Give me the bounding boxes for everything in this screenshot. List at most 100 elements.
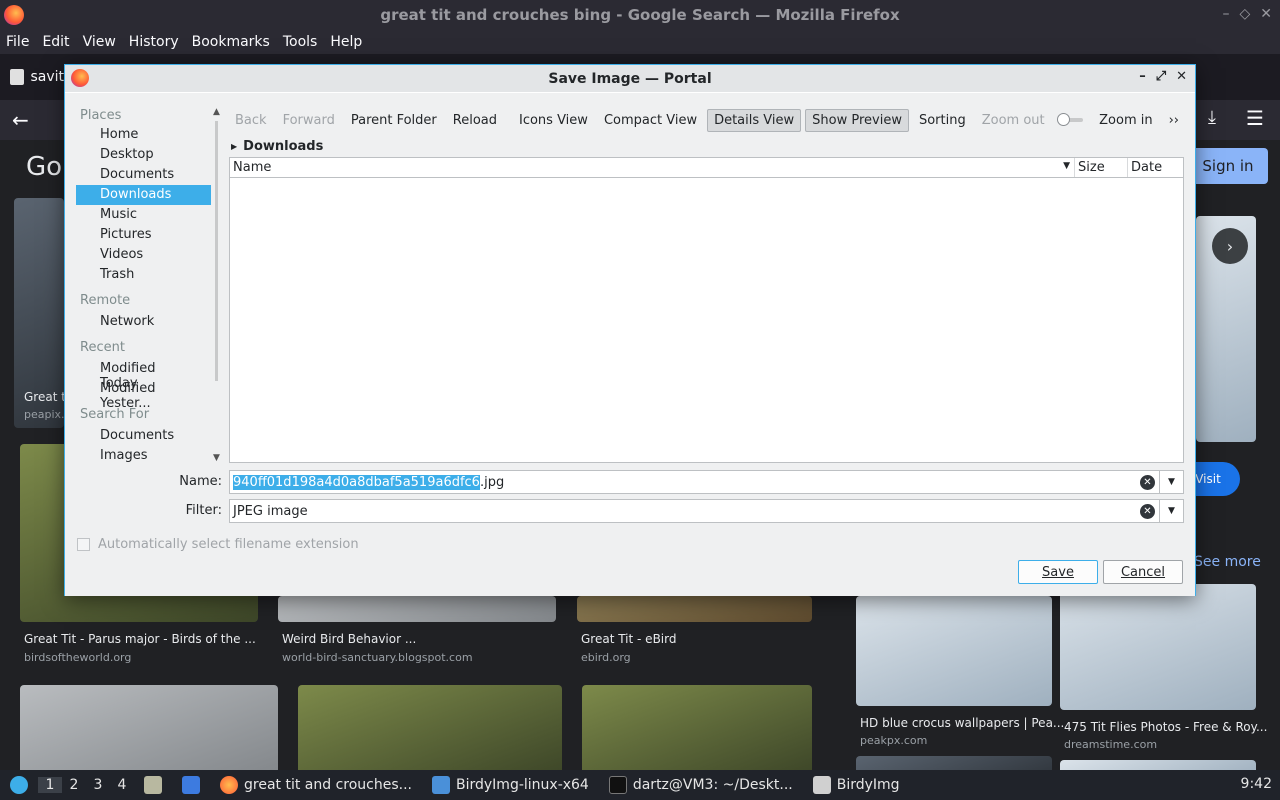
- details-view-button[interactable]: Details View: [707, 108, 802, 132]
- dialog-titlebar: Save Image — Portal – ⤢ ✕: [65, 65, 1195, 92]
- places-item-music[interactable]: Music: [76, 205, 211, 225]
- files-icon[interactable]: [134, 776, 172, 794]
- clear-icon[interactable]: ✕: [1140, 475, 1155, 490]
- result-thumbnail[interactable]: [582, 685, 812, 770]
- back-button[interactable]: Back: [229, 110, 273, 131]
- places-item-modified-yesterday[interactable]: Modified Yester...: [76, 379, 211, 411]
- zoom-in-button[interactable]: Zoom in: [1093, 110, 1158, 131]
- zoom-slider[interactable]: [1056, 113, 1084, 126]
- workspace-4[interactable]: 4: [110, 777, 134, 793]
- result-caption[interactable]: Great Tit - eBird: [581, 632, 676, 646]
- zoom-slider-handle[interactable]: [1056, 113, 1070, 126]
- breadcrumb-folder[interactable]: Downloads: [243, 139, 323, 154]
- places-item-downloads[interactable]: Downloads: [76, 185, 211, 205]
- filename-input[interactable]: 940ff01d198a4d0a8dbaf5a519a6dfc6 .jpg ✕ ▼: [229, 470, 1184, 494]
- save-button[interactable]: Save: [1018, 560, 1098, 584]
- result-thumbnail[interactable]: [856, 596, 1052, 706]
- places-item-network[interactable]: Network: [76, 312, 211, 332]
- result-thumbnail[interactable]: [577, 596, 812, 622]
- search-for-heading: Search For: [80, 407, 150, 422]
- chevron-down-icon[interactable]: ▼: [1159, 500, 1183, 522]
- workspace-3[interactable]: 3: [86, 777, 110, 793]
- menu-file[interactable]: File: [6, 34, 29, 50]
- maximize-icon[interactable]: ⤢: [1156, 69, 1166, 84]
- places-item-videos[interactable]: Videos: [76, 245, 211, 265]
- next-chevron-icon[interactable]: ›: [1212, 228, 1248, 264]
- maximize-icon[interactable]: ◇: [1239, 6, 1250, 22]
- auto-extension-option[interactable]: Automatically select filename extension: [77, 537, 359, 552]
- show-preview-button[interactable]: Show Preview: [805, 108, 909, 132]
- places-item-pictures[interactable]: Pictures: [76, 225, 211, 245]
- start-menu-icon[interactable]: [0, 776, 38, 794]
- result-thumbnail[interactable]: [20, 685, 278, 770]
- menu-help[interactable]: Help: [330, 34, 362, 50]
- result-caption[interactable]: Great ti: [24, 390, 69, 404]
- taskbar-item-firefox[interactable]: great tit and crouches...: [210, 776, 422, 794]
- result-caption[interactable]: HD blue crocus wallpapers | Pea...: [860, 716, 1064, 730]
- result-caption[interactable]: 475 Tit Flies Photos - Free & Roy...: [1064, 720, 1267, 734]
- result-thumbnail[interactable]: [278, 596, 556, 622]
- menu-bookmarks[interactable]: Bookmarks: [192, 34, 270, 50]
- result-source: world-bird-sanctuary.blogspot.com: [282, 651, 473, 664]
- sorting-button[interactable]: Sorting: [913, 110, 972, 131]
- taskbar-item-birdyimg[interactable]: BirdyImg: [803, 776, 910, 794]
- browser-tab[interactable]: savit: [4, 60, 64, 94]
- places-item-modified-today[interactable]: Modified Today: [76, 359, 211, 391]
- places-item-home[interactable]: Home: [76, 125, 211, 145]
- scroll-down-icon[interactable]: ▼: [213, 453, 220, 463]
- sign-in-button[interactable]: Sign in: [1188, 148, 1268, 184]
- places-panel: Places Home Desktop Documents Downloads …: [76, 105, 211, 463]
- workspace-2[interactable]: 2: [62, 777, 86, 793]
- zoom-out-button[interactable]: Zoom out: [976, 110, 1051, 131]
- places-item-desktop[interactable]: Desktop: [76, 145, 211, 165]
- hamburger-menu-icon[interactable]: ☰: [1246, 106, 1264, 130]
- places-item-search-images[interactable]: Images: [76, 446, 211, 463]
- column-header-name[interactable]: Name ▼: [230, 158, 1075, 177]
- back-arrow-icon[interactable]: ←: [12, 108, 29, 132]
- workspace-1[interactable]: 1: [38, 777, 62, 793]
- close-icon[interactable]: ✕: [1176, 69, 1187, 84]
- icons-view-button[interactable]: Icons View: [513, 110, 594, 131]
- menu-edit[interactable]: Edit: [42, 34, 69, 50]
- clock[interactable]: 9:42: [1241, 776, 1272, 792]
- clear-icon[interactable]: ✕: [1140, 504, 1155, 519]
- chevron-down-icon[interactable]: ▼: [1159, 471, 1183, 493]
- more-tools-icon[interactable]: ››: [1163, 110, 1185, 131]
- download-icon[interactable]: ⤓: [1208, 107, 1216, 128]
- taskbar-item-birdyimg-folder[interactable]: BirdyImg-linux-x64: [422, 776, 599, 794]
- file-list[interactable]: Name ▼ Size Date: [229, 157, 1184, 463]
- column-header-size[interactable]: Size: [1075, 158, 1128, 177]
- result-caption[interactable]: Weird Bird Behavior ...: [282, 632, 416, 646]
- compact-view-button[interactable]: Compact View: [598, 110, 703, 131]
- taskbar-item-terminal[interactable]: dartz@VM3: ~/Deskt...: [599, 776, 803, 794]
- result-caption[interactable]: Great Tit - Parus major - Birds of the .…: [24, 632, 256, 646]
- minimize-icon[interactable]: –: [1139, 69, 1146, 84]
- close-icon[interactable]: ✕: [1260, 6, 1272, 22]
- result-thumbnail[interactable]: [856, 756, 1052, 770]
- expand-caret-icon[interactable]: ▶: [231, 142, 237, 151]
- result-thumbnail[interactable]: [1060, 584, 1256, 710]
- places-heading: Places: [80, 108, 122, 123]
- forward-button[interactable]: Forward: [277, 110, 341, 131]
- menu-history[interactable]: History: [129, 34, 179, 50]
- result-thumbnail[interactable]: [1060, 760, 1256, 770]
- breadcrumb[interactable]: ▶ Downloads: [231, 139, 323, 154]
- result-thumbnail[interactable]: [298, 685, 562, 770]
- scrollbar-thumb[interactable]: [215, 121, 218, 381]
- reload-button[interactable]: Reload: [447, 110, 503, 131]
- menu-tools[interactable]: Tools: [283, 34, 318, 50]
- parent-folder-button[interactable]: Parent Folder: [345, 110, 443, 131]
- column-header-date[interactable]: Date: [1128, 158, 1183, 177]
- places-item-search-documents[interactable]: Documents: [76, 426, 211, 446]
- auto-extension-checkbox[interactable]: [77, 538, 90, 551]
- filter-select[interactable]: JPEG image ✕ ▼: [229, 499, 1184, 523]
- cancel-button[interactable]: Cancel: [1103, 560, 1183, 584]
- desktop-icon[interactable]: [172, 776, 210, 794]
- places-item-documents[interactable]: Documents: [76, 165, 211, 185]
- see-more-link[interactable]: See more: [1194, 554, 1261, 570]
- places-scrollbar[interactable]: ▲ ▼: [211, 107, 223, 463]
- places-item-trash[interactable]: Trash: [76, 265, 211, 285]
- menu-view[interactable]: View: [83, 34, 116, 50]
- scroll-up-icon[interactable]: ▲: [213, 107, 220, 117]
- minimize-icon[interactable]: –: [1222, 6, 1229, 22]
